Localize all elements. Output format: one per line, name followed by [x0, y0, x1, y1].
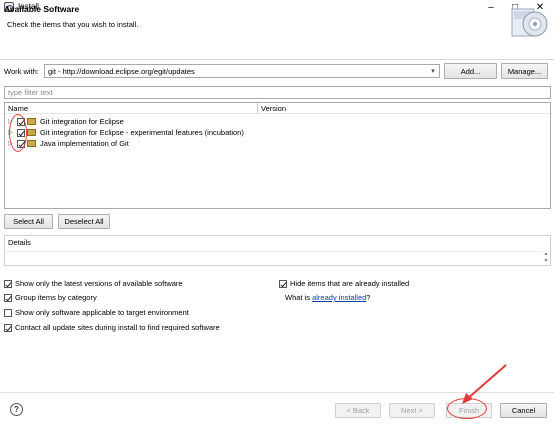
- next-button[interactable]: Next >: [389, 403, 435, 418]
- package-icon: [27, 140, 36, 147]
- annotation-arrow-icon: [462, 364, 507, 404]
- filter-input[interactable]: type filter text: [4, 86, 551, 99]
- option-hide-installed[interactable]: Hide items that are already installed: [279, 278, 409, 289]
- minimize-button[interactable]: –: [479, 0, 503, 15]
- option-contact-update-sites[interactable]: Contact all update sites during install …: [4, 322, 220, 333]
- help-icon[interactable]: ?: [10, 403, 23, 416]
- column-header-version[interactable]: Version: [261, 104, 286, 113]
- option-latest-versions[interactable]: Show only the latest versions of availab…: [4, 278, 183, 289]
- option-label: Hide items that are already installed: [290, 279, 410, 288]
- column-header-name[interactable]: Name: [8, 104, 28, 113]
- scroll-down-icon[interactable]: ▼: [542, 258, 550, 264]
- row-label: Java implementation of Git: [40, 139, 129, 148]
- deselect-all-button[interactable]: Deselect All: [58, 214, 110, 229]
- page-description: Check the items that you wish to install…: [7, 20, 139, 29]
- row-label: Git integration for Eclipse: [40, 117, 124, 126]
- annotation-oval-checkboxes: [9, 114, 27, 152]
- chevron-down-icon[interactable]: ▾: [427, 65, 439, 77]
- already-installed-hint: What is already installed?: [285, 293, 370, 302]
- add-site-button[interactable]: Add...: [444, 63, 497, 79]
- manage-sites-button[interactable]: Manage...: [501, 63, 548, 79]
- option-group-by-category[interactable]: Group items by category: [4, 292, 97, 303]
- header-divider: [5, 113, 550, 114]
- checkbox[interactable]: [279, 279, 287, 288]
- package-icon: [27, 129, 36, 136]
- option-label: Show only the latest versions of availab…: [15, 279, 183, 288]
- already-installed-link[interactable]: already installed: [312, 293, 366, 302]
- details-text-area[interactable]: [5, 251, 542, 263]
- back-button[interactable]: < Back: [335, 403, 381, 418]
- option-target-environment[interactable]: Show only software applicable to target …: [4, 307, 189, 318]
- checkbox[interactable]: [4, 308, 12, 317]
- option-label: Group items by category: [15, 293, 97, 302]
- work-with-label: Work with:: [4, 67, 39, 76]
- hint-prefix: What is: [285, 293, 313, 302]
- tree-row[interactable]: ▷ Git integration for Eclipse - experime…: [8, 127, 244, 138]
- column-divider[interactable]: [257, 103, 258, 113]
- select-all-button[interactable]: Select All: [4, 214, 53, 229]
- option-label: Contact all update sites during install …: [15, 323, 220, 332]
- package-icon: [27, 118, 36, 125]
- page-title: Available Software: [4, 4, 80, 14]
- row-label: Git integration for Eclipse - experiment…: [40, 128, 244, 137]
- title-bar: [0, 0, 554, 15]
- install-cd-icon: [511, 8, 548, 37]
- checkbox[interactable]: [4, 279, 12, 288]
- work-with-combo[interactable]: git - http://download.eclipse.org/egit/u…: [44, 64, 440, 78]
- option-label: Show only software applicable to target …: [15, 308, 189, 317]
- details-label: Details: [8, 238, 31, 247]
- scroll-up-icon[interactable]: ▲: [542, 251, 550, 257]
- checkbox[interactable]: [4, 293, 12, 302]
- hint-suffix: ?: [366, 293, 371, 302]
- checkbox[interactable]: [4, 323, 12, 332]
